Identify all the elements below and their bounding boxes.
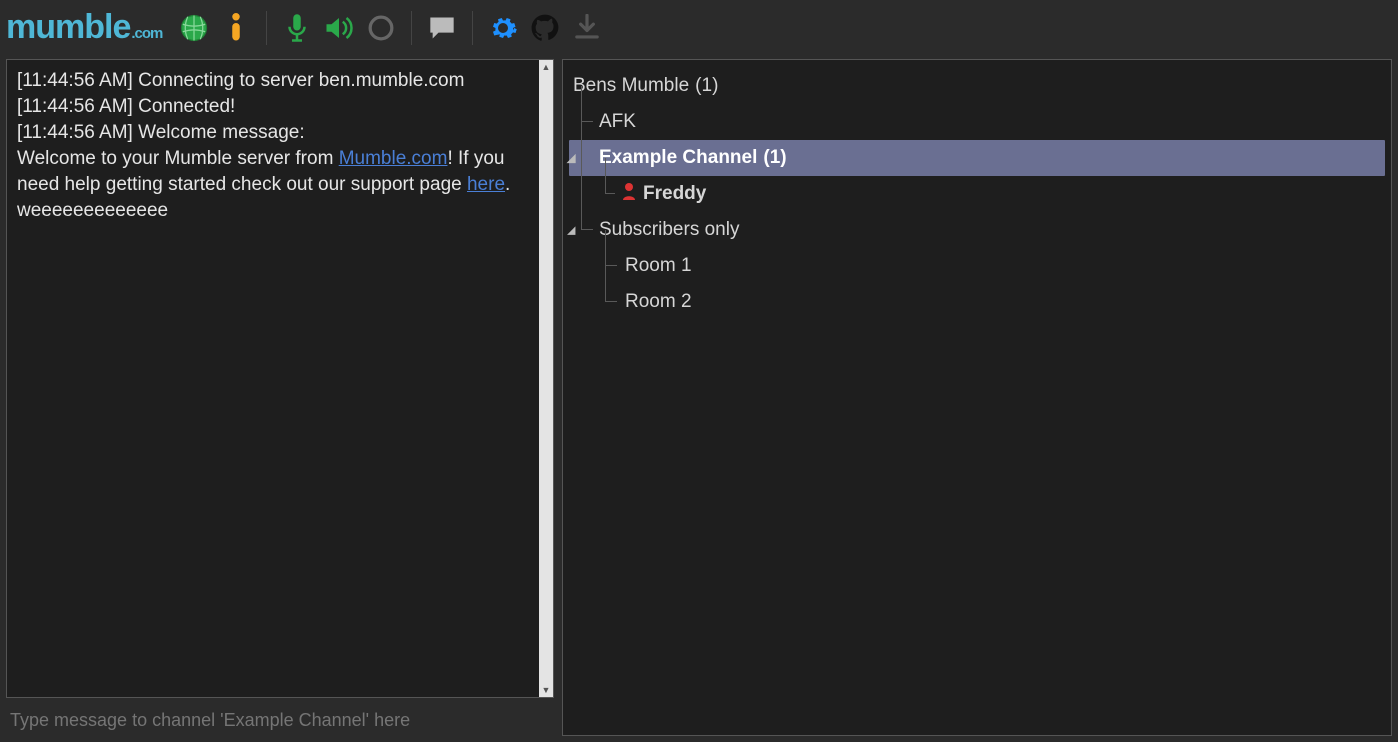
settings-button[interactable] (483, 8, 523, 48)
logo-suffix: .com (131, 25, 162, 42)
chat-log[interactable]: [11:44:56 AM] Connecting to server ben.m… (7, 60, 539, 697)
logo-text: mumble (6, 8, 130, 47)
info-button[interactable] (216, 8, 256, 48)
gear-icon (488, 13, 518, 43)
download-icon (574, 14, 600, 42)
download-button[interactable] (567, 8, 607, 48)
tree-root[interactable]: Bens Mumble (1) (565, 68, 1389, 104)
user-icon (621, 182, 637, 206)
support-here-link[interactable]: here (467, 174, 505, 195)
speaker-icon (324, 15, 354, 41)
mumble-com-link[interactable]: Mumble.com (339, 148, 448, 169)
github-button[interactable] (525, 8, 565, 48)
chat-input[interactable] (10, 710, 550, 731)
scroll-down-arrow[interactable]: ▼ (539, 683, 553, 697)
info-icon (226, 13, 246, 43)
globe-icon (179, 13, 209, 43)
chat-input-row (6, 704, 554, 736)
tree-branch (581, 122, 593, 230)
toolbar-separator (411, 11, 412, 45)
record-button[interactable] (361, 8, 401, 48)
user-name: Freddy (643, 183, 706, 205)
record-icon (368, 15, 394, 41)
channel-afk[interactable]: AFK (565, 104, 1389, 140)
log-scrollbar[interactable]: ▲ ▼ (539, 60, 553, 697)
channel-example[interactable]: ◢ Example Channel (1) (569, 140, 1385, 176)
log-text: Welcome message: (138, 122, 305, 143)
channel-label: Subscribers only (599, 219, 739, 241)
toolbar-separator (472, 11, 473, 45)
channel-room1[interactable]: Room 1 (565, 248, 1389, 284)
channel-subscribers[interactable]: ◢ Subscribers only (565, 212, 1389, 248)
channel-label: AFK (599, 111, 636, 133)
app-logo: mumble.com (6, 8, 162, 47)
chat-button[interactable] (422, 8, 462, 48)
channel-user-count: (1) (763, 147, 786, 169)
log-timestamp: [11:44:56 AM] (17, 70, 138, 91)
deafen-self-button[interactable] (319, 8, 359, 48)
chat-icon (428, 15, 456, 41)
log-panel: [11:44:56 AM] Connecting to server ben.m… (6, 59, 554, 698)
welcome-text: Welcome to your Mumble server from (17, 148, 339, 169)
channel-tree[interactable]: Bens Mumble (1) AFK ◢ Example Channel (1… (562, 59, 1392, 736)
tree-branch (581, 86, 593, 122)
log-timestamp: [11:44:56 AM] (17, 96, 138, 117)
log-text: Connected! (138, 96, 235, 117)
left-pane: [11:44:56 AM] Connecting to server ben.m… (6, 59, 554, 736)
mute-self-button[interactable] (277, 8, 317, 48)
main-split: [11:44:56 AM] Connecting to server ben.m… (0, 55, 1398, 742)
tree-branch (605, 230, 617, 266)
github-icon (531, 14, 559, 42)
microphone-icon (284, 13, 310, 43)
log-welcome: Welcome to your Mumble server from Mumbl… (17, 146, 529, 224)
scroll-up-arrow[interactable]: ▲ (539, 60, 553, 74)
log-line: [11:44:56 AM] Welcome message: (17, 120, 529, 146)
toolbar-separator (266, 11, 267, 45)
toolbar: mumble.com (0, 0, 1398, 55)
channel-label: Room 2 (625, 291, 692, 313)
connect-button[interactable] (174, 8, 214, 48)
log-timestamp: [11:44:56 AM] (17, 122, 138, 143)
tree-branch (605, 266, 617, 302)
log-text: Connecting to server ben.mumble.com (138, 70, 464, 91)
user-freddy[interactable]: Freddy (565, 176, 1389, 212)
log-line: [11:44:56 AM] Connecting to server ben.m… (17, 68, 529, 94)
collapse-icon[interactable]: ◢ (567, 224, 579, 237)
channel-room2[interactable]: Room 2 (565, 284, 1389, 320)
server-user-count: (1) (695, 75, 718, 97)
collapse-icon[interactable]: ◢ (567, 152, 579, 165)
channel-label: Room 1 (625, 255, 692, 277)
tree-branch (605, 158, 615, 194)
channel-label: Example Channel (599, 147, 757, 169)
log-line: [11:44:56 AM] Connected! (17, 94, 529, 120)
